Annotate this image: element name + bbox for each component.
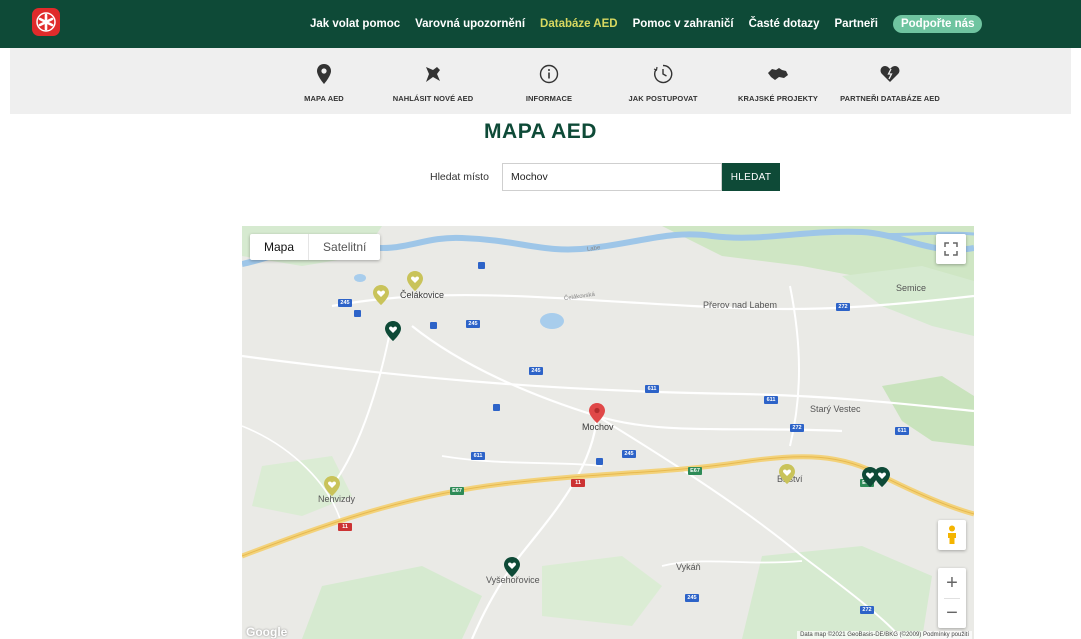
- subnav-label: INFORMACE: [525, 94, 573, 103]
- road-number: 272: [836, 303, 850, 311]
- zoom-in-button[interactable]: +: [938, 568, 966, 598]
- clock-icon: [603, 62, 723, 86]
- heart-icon: [830, 62, 950, 86]
- czech-map-icon: [718, 62, 838, 86]
- push-pin-icon: [373, 62, 493, 86]
- pegman-icon: [948, 525, 956, 544]
- search-label: Hledat místo: [430, 171, 489, 183]
- road-number: 245: [622, 450, 636, 458]
- fullscreen-button[interactable]: [936, 234, 966, 264]
- subnav-mapa-aed[interactable]: MAPA AED: [264, 62, 384, 103]
- map-place-label: Semice: [896, 283, 927, 293]
- road-number: 272: [790, 424, 804, 432]
- aed-pin-yellow[interactable]: [407, 271, 423, 291]
- subnav-krajske-projekty[interactable]: KRAJSKÉ PROJEKTY: [718, 62, 838, 103]
- subnav-label: PARTNEŘI DATABÁZE AED: [840, 94, 940, 103]
- nav-jak-volat-pomoc[interactable]: Jak volat pomoc: [310, 18, 400, 30]
- subnav-label: JAK POSTUPOVAT: [628, 94, 698, 103]
- nav-partneri[interactable]: Partneři: [835, 18, 878, 30]
- map-place-label: Starý Vestec: [810, 404, 861, 414]
- subnav-label: MAPA AED: [304, 94, 344, 103]
- road-number: 272: [860, 606, 874, 614]
- road-number: 611: [471, 452, 485, 460]
- map-place-label: Vykáň: [676, 562, 701, 572]
- road-number: 11: [571, 479, 585, 487]
- subnav-nahlasit-nove-aed[interactable]: NAHLÁSIT NOVÉ AED: [373, 62, 493, 103]
- subnav-informace[interactable]: INFORMACE: [489, 62, 609, 103]
- map-pin-icon: [264, 62, 384, 86]
- zoom-out-button[interactable]: −: [938, 598, 966, 628]
- fullscreen-icon: [944, 242, 958, 256]
- info-icon: [489, 62, 609, 86]
- page-title: MAPA AED: [484, 120, 597, 143]
- search-input[interactable]: [502, 163, 722, 191]
- zoom-divider: [944, 598, 960, 599]
- road-marker: [493, 404, 500, 411]
- map-place-label: Přerov nad Labem: [702, 300, 778, 310]
- aed-pin-yellow[interactable]: [779, 464, 795, 484]
- top-navigation-bar: Jak volat pomoc Varovná upozornění Datab…: [0, 0, 1081, 48]
- nav-pomoc-v-zahranici[interactable]: Pomoc v zahraničí: [633, 18, 734, 30]
- main-menu: Jak volat pomoc Varovná upozornění Datab…: [310, 0, 983, 48]
- aed-pin-dark[interactable]: [504, 557, 520, 577]
- road-marker: [430, 322, 437, 329]
- road-number: E67: [450, 487, 464, 495]
- google-logo[interactable]: Google: [246, 625, 287, 639]
- map-type-map-button[interactable]: Mapa: [250, 234, 308, 260]
- road-marker: [478, 262, 485, 269]
- aed-pin-yellow[interactable]: [373, 285, 389, 305]
- road-number: 245: [338, 299, 352, 307]
- support-button[interactable]: Podpořte nás: [892, 15, 983, 33]
- nav-caste-dotazy[interactable]: Časté dotazy: [749, 18, 820, 30]
- aed-map[interactable]: Čelákovice Přerov nad Labem Semice Starý…: [242, 226, 974, 639]
- nav-databaze-aed[interactable]: Databáze AED: [540, 18, 618, 30]
- map-type-control: Mapa Satelitní: [250, 234, 381, 260]
- map-base-layer: [242, 226, 974, 639]
- street-view-pegman-button[interactable]: [938, 520, 966, 550]
- search-button[interactable]: HLEDAT: [722, 163, 780, 191]
- map-place-label: Mochov: [582, 422, 614, 432]
- nav-varovna-upozorneni[interactable]: Varovná upozornění: [415, 18, 525, 30]
- road-marker: [596, 458, 603, 465]
- subnav-label: KRAJSKÉ PROJEKTY: [738, 94, 818, 103]
- road-number: 11: [338, 523, 352, 531]
- aed-pin-yellow[interactable]: [324, 476, 340, 496]
- road-number: E67: [688, 467, 702, 475]
- rescue-logo-icon[interactable]: [32, 8, 60, 36]
- road-number: 611: [895, 427, 909, 435]
- map-place-label: Čelákovice: [400, 290, 445, 300]
- zoom-control: + −: [938, 568, 966, 628]
- road-number: 611: [645, 385, 659, 393]
- map-attribution[interactable]: Data map ©2021 GeoBasis-DE/BKG (©2009) P…: [797, 631, 972, 639]
- map-type-satellite-button[interactable]: Satelitní: [308, 234, 380, 260]
- road-number: 611: [764, 396, 778, 404]
- aed-pin-dark[interactable]: [874, 467, 890, 487]
- aed-subnavigation: MAPA AED NAHLÁSIT NOVÉ AED INFORMACE JAK…: [10, 48, 1071, 114]
- road-number: 245: [466, 320, 480, 328]
- road-marker: [354, 310, 361, 317]
- subnav-partneri-databaze-aed[interactable]: PARTNEŘI DATABÁZE AED: [830, 62, 950, 103]
- location-pin-red[interactable]: [589, 403, 605, 423]
- subnav-jak-postupovat[interactable]: JAK POSTUPOVAT: [603, 62, 723, 103]
- aed-pin-dark[interactable]: [385, 321, 401, 341]
- road-number: 245: [685, 594, 699, 602]
- subnav-label: NAHLÁSIT NOVÉ AED: [392, 94, 474, 103]
- road-number: 245: [529, 367, 543, 375]
